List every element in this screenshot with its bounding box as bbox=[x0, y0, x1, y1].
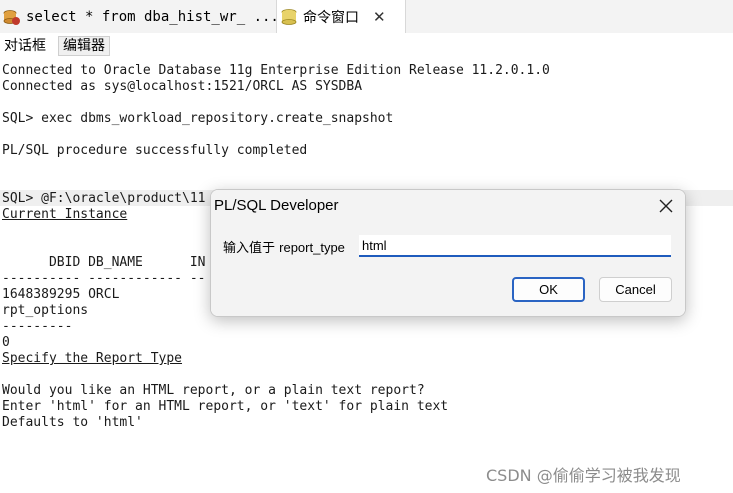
tab-sql-window[interactable]: select * from dba_hist_wr_ ... bbox=[0, 0, 279, 33]
console-line: --------- bbox=[2, 319, 73, 334]
tab-command-window[interactable]: 命令窗口 ✕ bbox=[276, 0, 406, 33]
substitution-variable-dialog: PL/SQL Developer 输入值于 report_type OK Can… bbox=[210, 189, 686, 317]
editor-tab-bar: select * from dba_hist_wr_ ... 命令窗口 ✕ bbox=[0, 0, 733, 33]
command-window-icon bbox=[279, 7, 299, 27]
dialog-prompt: 输入值于 report_type bbox=[223, 237, 345, 256]
console-line: Would you like an HTML report, or a plai… bbox=[2, 383, 425, 398]
subtab-dialog[interactable]: 对话框 bbox=[0, 36, 50, 56]
console-line: Defaults to 'html' bbox=[2, 415, 143, 430]
tab-sql-window-label: select * from dba_hist_wr_ ... bbox=[26, 8, 279, 25]
console-line: Enter 'html' for an HTML report, or 'tex… bbox=[2, 399, 449, 414]
prompt-prefix: 输入值于 bbox=[223, 241, 280, 256]
console-line: 1648389295 ORCL bbox=[2, 287, 120, 302]
console-line: Connected to Oracle Database 11g Enterpr… bbox=[2, 63, 550, 78]
dialog-body: 输入值于 report_type OK Cancel bbox=[211, 222, 685, 316]
report-type-input[interactable] bbox=[359, 235, 671, 257]
ok-button[interactable]: OK bbox=[512, 277, 585, 302]
console-heading: Current Instance bbox=[2, 207, 128, 222]
watermark: CSDN @偷偷学习被我发现 bbox=[486, 466, 681, 485]
cancel-button[interactable]: Cancel bbox=[599, 277, 672, 302]
subtab-editor[interactable]: 编辑器 bbox=[58, 36, 110, 56]
console-line: rpt_options bbox=[2, 303, 89, 318]
close-icon[interactable]: ✕ bbox=[373, 8, 386, 26]
console-line: DBID DB_NAME IN bbox=[2, 255, 206, 270]
console-line: ---------- ------------ -- bbox=[2, 271, 206, 286]
tab-command-window-label: 命令窗口 bbox=[303, 9, 359, 26]
sql-window-icon bbox=[2, 7, 22, 27]
dialog-title: PL/SQL Developer bbox=[214, 197, 339, 214]
console-line: SQL> @F:\oracle\product\11 bbox=[2, 191, 206, 206]
console-heading: Specify the Report Type bbox=[2, 351, 183, 366]
prompt-variable: report_type bbox=[279, 240, 345, 255]
close-icon[interactable] bbox=[659, 195, 673, 218]
console-line: Connected as sys@localhost:1521/ORCL AS … bbox=[2, 79, 363, 94]
dialog-title-bar[interactable]: PL/SQL Developer bbox=[211, 190, 685, 222]
command-window-subtabs: 对话框 编辑器 bbox=[0, 35, 733, 57]
console-line: 0 bbox=[2, 335, 10, 350]
console-line: PL/SQL procedure successfully completed bbox=[2, 143, 308, 158]
console-line: SQL> exec dbms_workload_repository.creat… bbox=[2, 111, 394, 126]
